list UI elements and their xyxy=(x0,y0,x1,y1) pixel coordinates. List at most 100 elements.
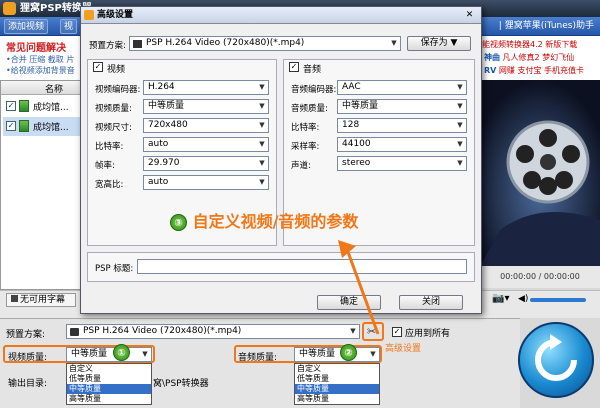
row-checkbox[interactable]: ✓ xyxy=(6,101,16,111)
dialog-video-quality-select[interactable]: 中等质量 ▼ xyxy=(143,99,269,114)
volume-slider[interactable] xyxy=(530,298,586,302)
audio-encoder-select[interactable]: AAC ▼ xyxy=(337,80,467,95)
dialog-audio-quality-select[interactable]: 中等质量 ▼ xyxy=(337,99,467,114)
audio-quality-label: 音频质量: xyxy=(291,104,328,114)
faq-title[interactable]: 常见问题解决 xyxy=(6,39,66,54)
framerate-select[interactable]: 29.970 ▼ xyxy=(143,156,269,171)
itunes-helper-link[interactable]: | 狸窝苹果(iTunes)助手 xyxy=(499,19,594,34)
chevron-down-icon: ▼ xyxy=(391,39,397,47)
dropdown-option[interactable]: 低等质量 xyxy=(295,374,379,384)
apply-all-label: 应用到所有 xyxy=(405,329,451,339)
file-name: 成均馆... xyxy=(33,103,69,113)
audio-encoder-label: 音频编码器: xyxy=(291,85,337,95)
dropdown-option-selected[interactable]: 中等质量 xyxy=(295,384,379,394)
sample-rate-value: 44100 xyxy=(342,139,371,149)
chevron-down-icon: ▼ xyxy=(457,102,463,110)
ad-link-3a[interactable]: RV xyxy=(484,66,496,75)
toolbar-tab-2[interactable]: 视 xyxy=(60,19,78,34)
sample-rate-select[interactable]: 44100 ▼ xyxy=(337,137,467,152)
ad-link-2c[interactable]: 梦幻飞仙 xyxy=(542,53,574,62)
file-name: 成均馆... xyxy=(33,123,69,133)
ad-link-3c[interactable]: 支付宝 xyxy=(517,66,541,75)
chevron-down-icon: ▼ xyxy=(259,140,265,148)
aspect-ratio-select[interactable]: auto ▼ xyxy=(143,175,269,190)
ad-panel: 能视频转换器4.2 新版下载 神曲 凡人修真2 梦幻飞仙 RV 网赚 支付宝 手… xyxy=(480,36,600,80)
faq-link-1[interactable]: •合并 压缩 截取 片 xyxy=(6,54,74,65)
film-reel-graphic xyxy=(480,80,600,266)
preset-value: PSP H.264 Video (720x480)(*.mp4) xyxy=(83,326,242,336)
close-icon[interactable]: ✕ xyxy=(463,10,476,21)
close-button[interactable]: 关闭 xyxy=(399,295,463,310)
channels-select[interactable]: stereo ▼ xyxy=(337,156,467,171)
framerate-label: 帧率: xyxy=(95,161,115,171)
aspect-ratio-value: auto xyxy=(148,177,169,187)
dropdown-option[interactable]: 高等质量 xyxy=(67,394,151,404)
audio-bitrate-select[interactable]: 128 ▼ xyxy=(337,118,467,133)
video-encoder-select[interactable]: H.264 ▼ xyxy=(143,80,269,95)
dropdown-option-selected[interactable]: 中等质量 xyxy=(67,384,151,394)
dropdown-option[interactable]: 自定义 xyxy=(295,364,379,374)
advanced-settings-callout: 高级设置 xyxy=(385,344,422,354)
video-quality-value: 中等质量 xyxy=(71,349,108,359)
ad-link-1[interactable]: 能视频转换器4.2 新版下载 xyxy=(482,39,577,50)
video-encoder-label: 视频编码器: xyxy=(95,85,141,95)
psp-icon xyxy=(70,328,79,336)
dialog-video-quality-value: 中等质量 xyxy=(148,101,185,111)
video-bitrate-value: auto xyxy=(148,139,169,149)
add-video-button[interactable]: 添加视频 xyxy=(4,19,49,34)
camera-icon[interactable]: 📷▾ xyxy=(492,293,509,304)
video-enable-checkbox[interactable]: ✓ xyxy=(93,62,103,72)
dialog-logo-icon xyxy=(84,10,94,20)
video-quality-label: 视频质量: xyxy=(8,353,48,363)
audio-enable-checkbox[interactable]: ✓ xyxy=(289,62,299,72)
audio-bitrate-label: 比特率: xyxy=(291,123,320,133)
convert-button[interactable] xyxy=(518,322,594,398)
video-size-select[interactable]: 720x480 ▼ xyxy=(143,118,269,133)
video-encoder-value: H.264 xyxy=(148,82,175,92)
faq-link-2[interactable]: •给视频添加背景音 xyxy=(6,65,75,76)
channels-label: 声道: xyxy=(291,161,311,171)
faq-panel: 常见问题解决 •合并 压缩 截取 片 •给视频添加背景音 xyxy=(0,36,84,80)
video-preview xyxy=(480,80,600,266)
step-2-badge: ② xyxy=(340,344,357,361)
annotation-text: 自定义视频/音频的参数 xyxy=(192,212,359,231)
ad-link-3d[interactable]: 手机充值卡 xyxy=(544,66,584,75)
dropdown-option[interactable]: 高等质量 xyxy=(295,394,379,404)
dropdown-option[interactable]: 低等质量 xyxy=(67,374,151,384)
sample-rate-label: 采样率: xyxy=(291,142,320,152)
video-quality-dropdown: 自定义 低等质量 中等质量 高等质量 xyxy=(66,363,152,405)
subtitle-select[interactable]: 无可用字幕 xyxy=(6,293,76,307)
audio-quality-select[interactable]: 中等质量 ▼ xyxy=(294,347,380,362)
preset-select[interactable]: PSP H.264 Video (720x480)(*.mp4) ▼ xyxy=(66,324,360,339)
subtitle-label: 无可用字幕 xyxy=(20,295,66,305)
chevron-down-icon: ▼ xyxy=(259,178,265,186)
psp-icon xyxy=(133,40,142,48)
dropdown-option[interactable]: 自定义 xyxy=(67,364,151,374)
dialog-preset-select[interactable]: PSP H.264 Video (720x480)(*.mp4) ▼ xyxy=(129,36,401,51)
ad-link-3b[interactable]: 网赚 xyxy=(499,66,515,75)
preset-label: 预置方案: xyxy=(6,330,46,340)
ad-link-2a[interactable]: 神曲 xyxy=(484,53,500,62)
psp-title-input[interactable] xyxy=(137,259,467,274)
output-dir-label: 输出目录: xyxy=(8,379,48,389)
column-name-header[interactable]: 名称 xyxy=(45,82,63,95)
video-bitrate-select[interactable]: auto ▼ xyxy=(143,137,269,152)
chevron-down-icon: ▼ xyxy=(259,102,265,110)
channels-value: stereo xyxy=(342,158,371,168)
speaker-icon[interactable]: ◀) xyxy=(518,294,528,304)
audio-quality-dropdown: 自定义 低等质量 中等质量 高等质量 xyxy=(294,363,380,405)
chevron-down-icon: ▼ xyxy=(259,83,265,91)
apply-all-checkbox[interactable]: ✓ xyxy=(392,327,402,337)
chevron-down-icon: ▼ xyxy=(457,121,463,129)
video-bitrate-label: 比特率: xyxy=(95,142,124,152)
ad-link-2b[interactable]: 凡人修真2 xyxy=(503,53,540,62)
save-as-button[interactable]: 保存为 ▼ xyxy=(407,36,471,51)
chevron-down-icon: ▼ xyxy=(457,159,463,167)
video-size-label: 视频尺寸: xyxy=(95,123,132,133)
row-checkbox[interactable]: ✓ xyxy=(6,121,16,131)
step-1-badge: ① xyxy=(113,344,130,361)
video-group-title: 视频 xyxy=(107,62,126,75)
video-quality-select[interactable]: 中等质量 ▼ xyxy=(66,347,152,362)
video-file-icon xyxy=(19,100,29,112)
chevron-down-icon: ▼ xyxy=(457,83,463,91)
